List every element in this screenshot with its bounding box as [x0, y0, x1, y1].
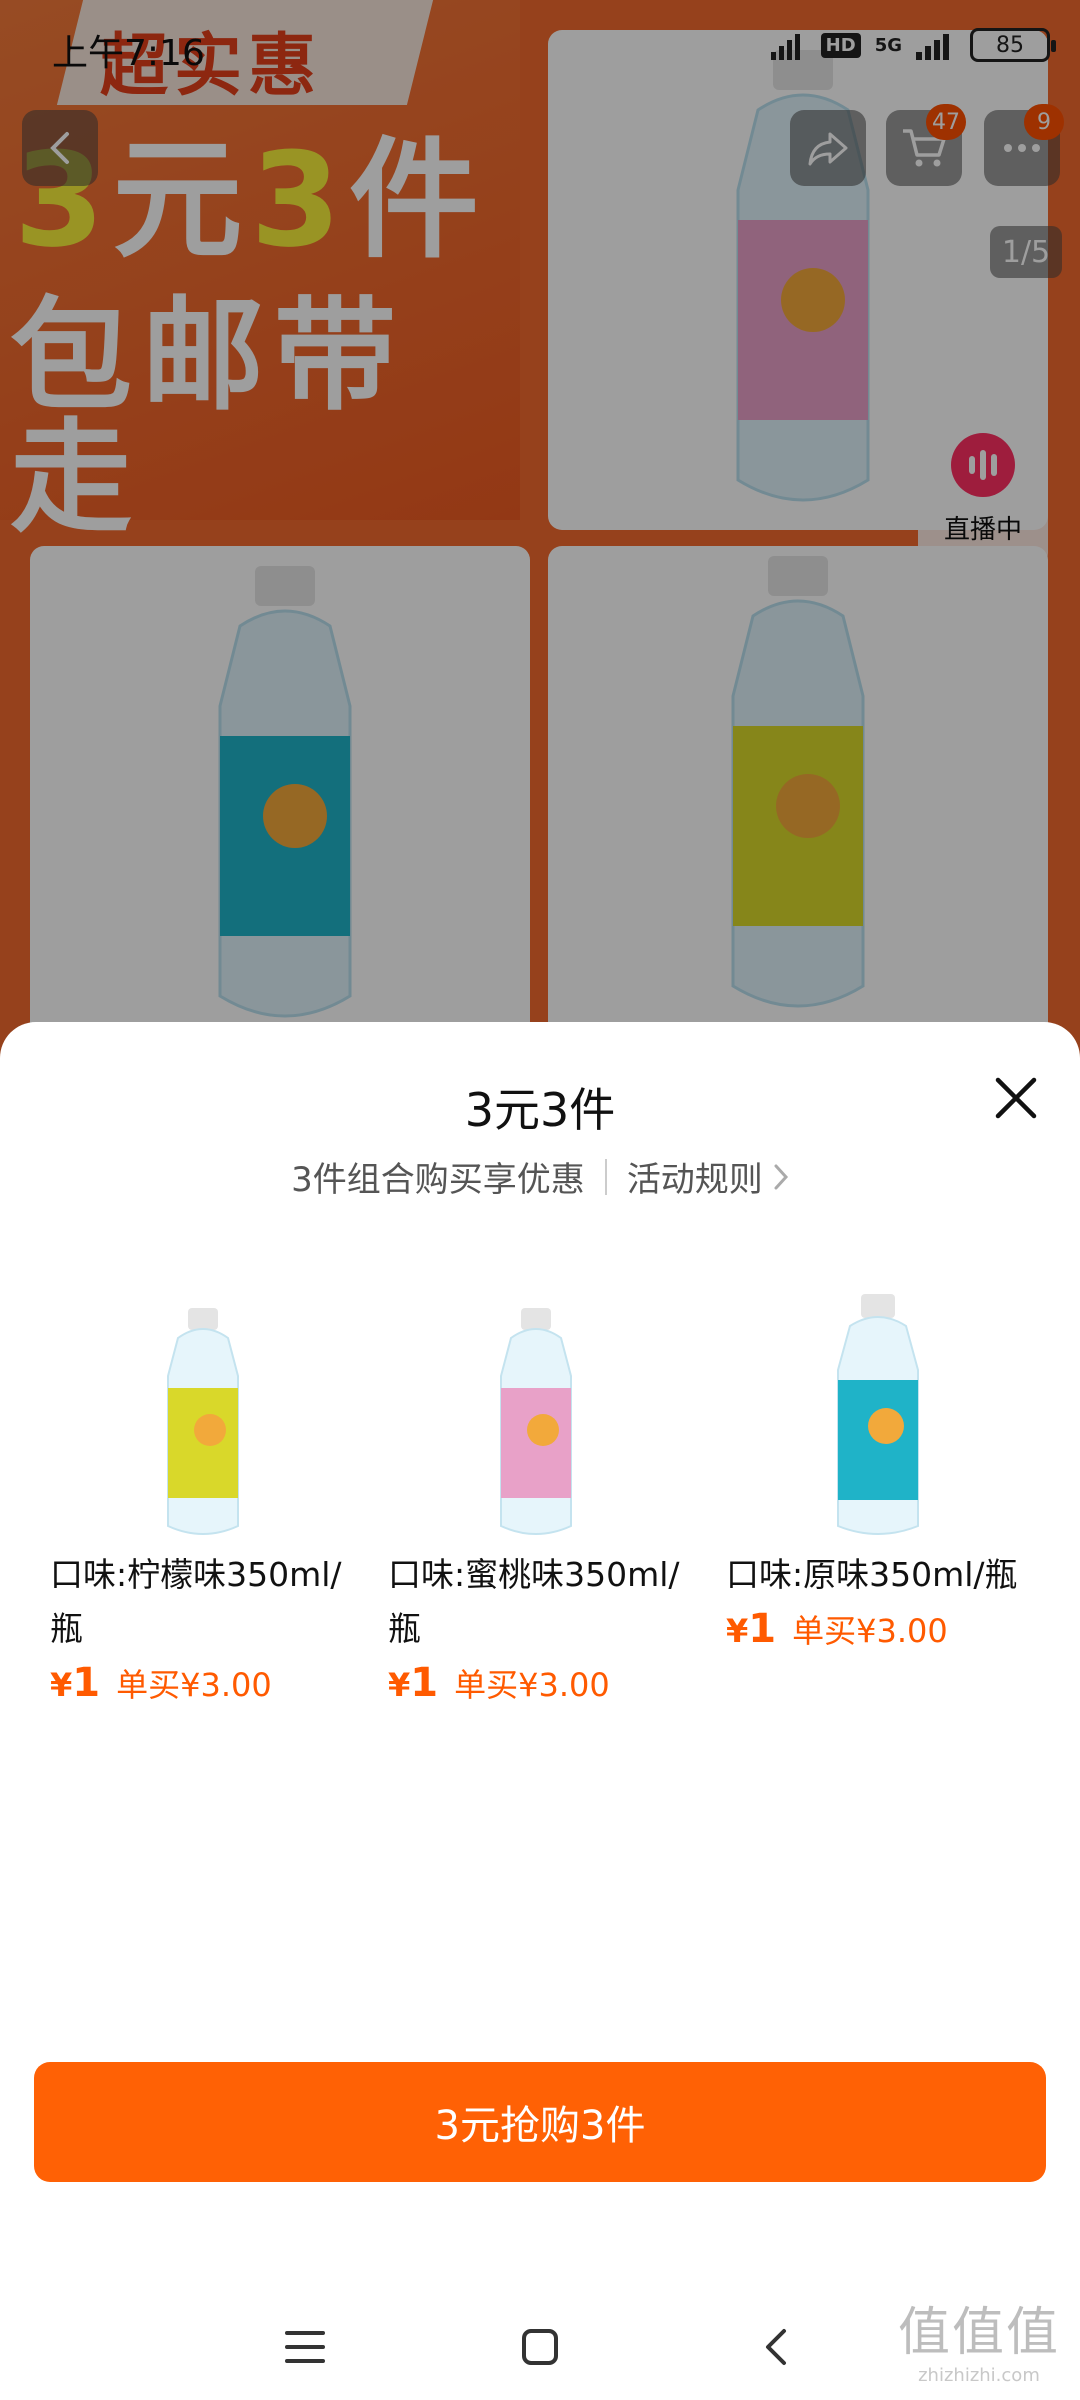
bundle-price: ¥1	[50, 1660, 101, 1706]
divider	[604, 1158, 607, 1195]
menu-icon	[285, 2331, 325, 2363]
single-price: 单买¥3.00	[454, 1666, 610, 1704]
sheet-subtitle-row: 3件组合购买享优惠 活动规则	[0, 1152, 1080, 1201]
watermark-domain: zhizhizhi.com	[918, 2365, 1040, 2386]
rules-link-label: 活动规则	[626, 1160, 763, 1200]
lemon-bottle-thumbnail	[167, 1308, 239, 1535]
watermark: 值值值 zhizhizhi.com	[898, 2290, 1060, 2386]
product-price-row: ¥1 单买¥3.00	[50, 1660, 356, 1706]
product-name: 口味:柠檬味350ml/瓶	[50, 1555, 342, 1648]
product-thumbnail	[388, 1280, 688, 1540]
close-icon	[995, 1077, 1037, 1119]
watermark-chars: 值值值	[897, 2303, 1060, 2363]
bundle-price: ¥1	[726, 1606, 777, 1652]
single-price: 单买¥3.00	[116, 1666, 272, 1704]
sheet-subtitle: 3件组合购买享优惠	[291, 1160, 585, 1200]
original-bottle-thumbnail	[837, 1294, 919, 1535]
product-list: 口味:柠檬味350ml/瓶 ¥1 单买¥3.00 口味:蜜桃味350ml/瓶 ¥…	[50, 1280, 1060, 1706]
system-back-button[interactable]	[740, 2312, 810, 2382]
peach-bottle-thumbnail	[500, 1308, 572, 1535]
home-button[interactable]	[505, 2312, 575, 2382]
bundle-price: ¥1	[388, 1660, 439, 1706]
product-name: 口味:蜜桃味350ml/瓶	[388, 1555, 680, 1648]
product-item-peach[interactable]: 口味:蜜桃味350ml/瓶 ¥1 单买¥3.00	[388, 1280, 694, 1706]
product-name: 口味:原味350ml/瓶	[726, 1555, 1018, 1594]
product-thumbnail	[726, 1280, 1026, 1540]
rules-link[interactable]: 活动规则	[627, 1152, 789, 1201]
product-price-row: ¥1 单买¥3.00	[726, 1606, 1032, 1652]
product-item-original[interactable]: 口味:原味350ml/瓶 ¥1 单买¥3.00	[726, 1280, 1032, 1706]
system-nav-bar: 值值值 zhizhizhi.com	[0, 2292, 1080, 2400]
chevron-right-icon	[774, 1164, 788, 1189]
bundle-deal-sheet: 3元3件 3件组合购买享优惠 活动规则 口味:柠檬味350ml/瓶 ¥1 单买¥…	[0, 1022, 1080, 2400]
sheet-title: 3元3件	[464, 1083, 616, 1137]
product-thumbnail	[50, 1280, 350, 1540]
recent-apps-button[interactable]	[270, 2312, 340, 2382]
back-triangle-icon	[766, 2329, 786, 2365]
buy-bundle-button[interactable]: 3元抢购3件	[34, 2062, 1046, 2182]
home-square-icon	[522, 2329, 558, 2365]
close-button[interactable]	[984, 1066, 1048, 1130]
product-item-lemon[interactable]: 口味:柠檬味350ml/瓶 ¥1 单买¥3.00	[50, 1280, 356, 1706]
single-price: 单买¥3.00	[792, 1612, 948, 1650]
product-price-row: ¥1 单买¥3.00	[388, 1660, 694, 1706]
